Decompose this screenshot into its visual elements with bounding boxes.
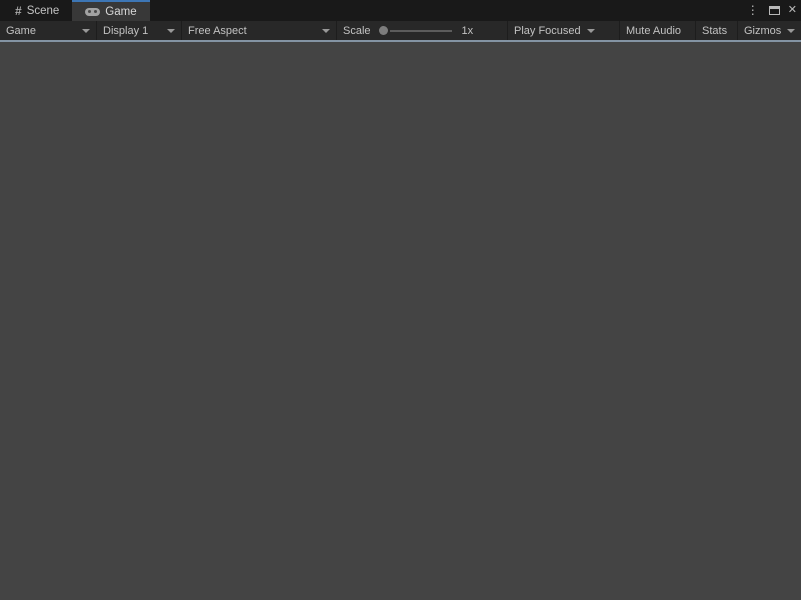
window-controls: ⋮ ✕: [745, 0, 797, 20]
display-dropdown[interactable]: Display 1: [96, 21, 181, 40]
display-dropdown-label: Display 1: [103, 25, 148, 37]
chevron-down-icon: [322, 29, 330, 33]
aspect-dropdown[interactable]: Free Aspect: [181, 21, 336, 40]
tab-game-label: Game: [105, 6, 136, 18]
scale-label: Scale: [343, 25, 371, 37]
stats-label: Stats: [702, 25, 727, 37]
gamepad-icon: [85, 8, 100, 16]
game-dropdown-label: Game: [6, 25, 36, 37]
gizmos-dropdown[interactable]: Gizmos: [737, 21, 801, 40]
tab-scene[interactable]: # Scene: [2, 0, 72, 21]
play-focused-dropdown[interactable]: Play Focused: [507, 21, 619, 40]
view-tab-bar: # Scene Game ⋮ ✕: [0, 0, 801, 21]
chevron-down-icon: [167, 29, 175, 33]
scale-slider-group: Scale 1x: [336, 21, 504, 40]
stats-button[interactable]: Stats: [695, 21, 737, 40]
close-icon[interactable]: ✕: [788, 5, 797, 16]
scene-grid-icon: #: [15, 4, 22, 18]
scale-slider-knob[interactable]: [379, 26, 388, 35]
aspect-dropdown-label: Free Aspect: [188, 25, 247, 37]
game-viewport[interactable]: [0, 42, 801, 600]
gizmos-label: Gizmos: [744, 25, 781, 37]
tab-game[interactable]: Game: [72, 0, 149, 21]
mute-audio-label: Mute Audio: [626, 25, 681, 37]
game-view-toolbar: Game Display 1 Free Aspect Scale 1x Play…: [0, 21, 801, 42]
chevron-down-icon: [787, 29, 795, 33]
play-focused-label: Play Focused: [514, 25, 581, 37]
chevron-down-icon: [82, 29, 90, 33]
kebab-menu-icon[interactable]: ⋮: [745, 4, 761, 16]
chevron-down-icon: [587, 29, 595, 33]
maximize-icon[interactable]: [769, 6, 780, 15]
sky: [0, 42, 801, 320]
scale-slider-track[interactable]: [390, 30, 452, 32]
mute-audio-button[interactable]: Mute Audio: [619, 21, 695, 40]
tab-scene-label: Scene: [27, 5, 60, 17]
unity-game-window: # Scene Game ⋮ ✕ Game Display 1 Free Asp…: [0, 0, 801, 600]
scale-value: 1x: [462, 25, 474, 37]
game-dropdown[interactable]: Game: [0, 21, 96, 40]
